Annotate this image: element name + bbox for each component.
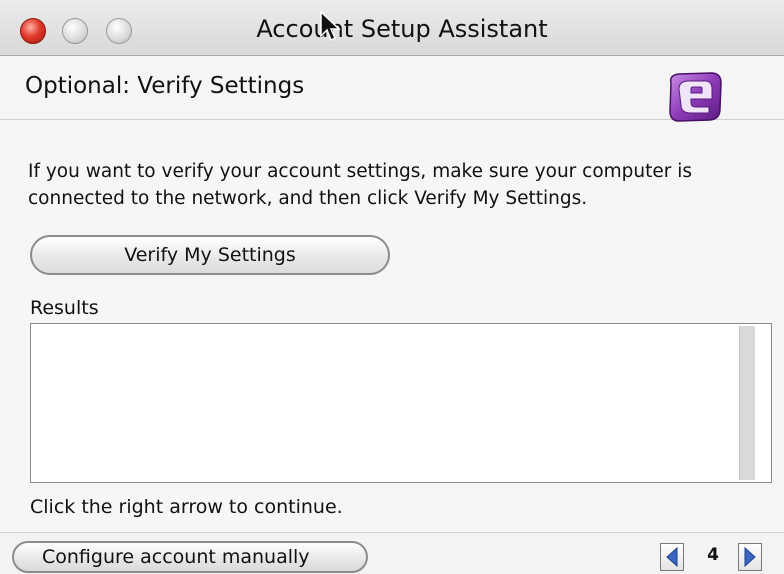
next-step-button[interactable] (738, 543, 762, 571)
title-bar[interactable]: Account Setup Assistant (0, 0, 784, 56)
mouse-cursor-icon (320, 10, 341, 42)
previous-step-button[interactable] (660, 543, 684, 571)
entourage-logo-icon (669, 72, 722, 122)
footer-bar: Configure account manually 4 (0, 532, 784, 574)
triangle-right-icon (744, 546, 756, 568)
triangle-left-icon (666, 546, 678, 568)
verify-settings-button[interactable]: Verify My Settings (30, 235, 390, 275)
results-scrollbar[interactable] (739, 326, 755, 480)
setup-assistant-window: Account Setup Assistant Optional: Verify… (0, 0, 784, 574)
instructions-text: If you want to verify your account setti… (28, 161, 693, 209)
results-text-area[interactable] (30, 323, 772, 483)
step-header: Optional: Verify Settings (0, 57, 784, 122)
configure-manually-button[interactable]: Configure account manually (12, 541, 368, 573)
continue-hint: Click the right arrow to continue. (30, 496, 343, 518)
page-title: Optional: Verify Settings (25, 73, 305, 99)
page-number: 4 (707, 545, 719, 565)
window-title: Account Setup Assistant (256, 15, 548, 43)
results-label: Results (30, 297, 99, 319)
